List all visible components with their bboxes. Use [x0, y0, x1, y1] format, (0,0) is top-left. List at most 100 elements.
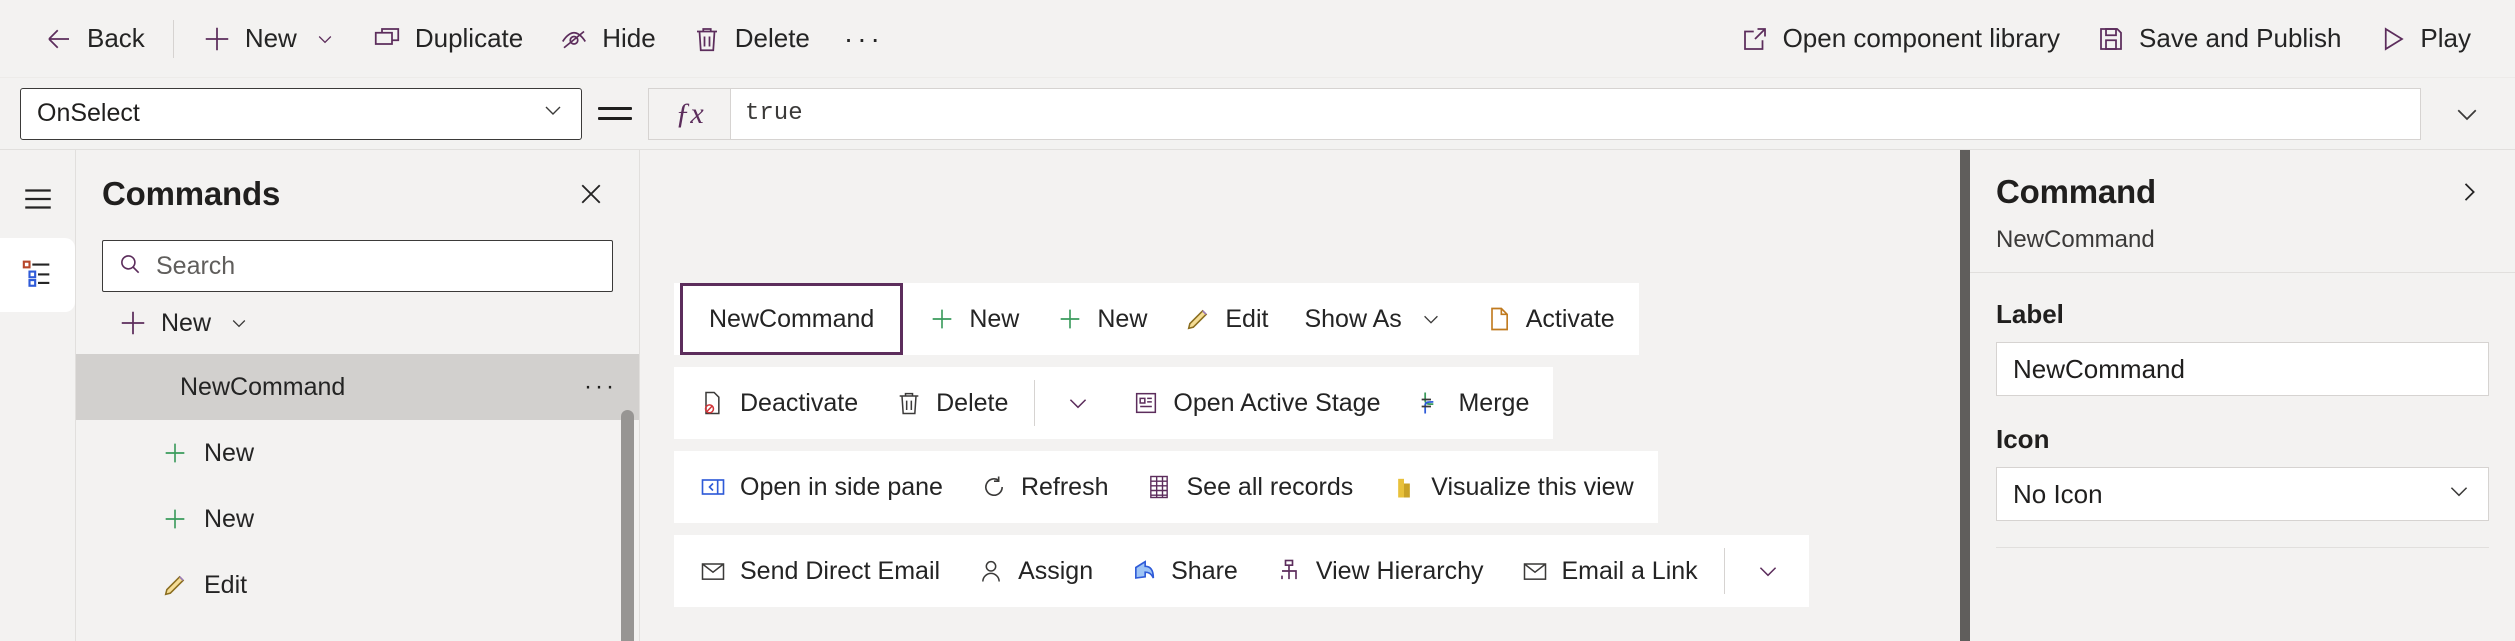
- formula-input-wrapper: ƒx true: [648, 87, 2421, 140]
- open-component-library-label: Open component library: [1782, 23, 2061, 53]
- back-button[interactable]: Back: [26, 12, 163, 66]
- search-icon: [117, 251, 143, 282]
- canvas-item-newcommand[interactable]: NewCommand: [680, 283, 904, 355]
- new-button[interactable]: New: [184, 12, 354, 66]
- deactivate-icon: [698, 388, 728, 418]
- commands-panel-header: Commands: [76, 150, 639, 220]
- command-bar-row-3: Open in side pane Refresh See all record…: [674, 451, 1658, 523]
- save-icon: [2096, 24, 2126, 54]
- toolbar-divider: [172, 19, 174, 58]
- chevron-down-icon[interactable]: [1061, 390, 1095, 416]
- commands-search-box[interactable]: [102, 240, 613, 292]
- commands-new-button[interactable]: New: [76, 292, 639, 354]
- icon-field-select[interactable]: No Icon: [1996, 467, 2489, 521]
- canvas-item-label: NewCommand: [709, 304, 875, 333]
- play-button[interactable]: Play: [2359, 12, 2489, 66]
- properties-panel-title: Command: [1996, 173, 2156, 210]
- tree-item-edit[interactable]: Edit: [76, 552, 639, 618]
- delete-button[interactable]: Delete: [674, 12, 828, 66]
- tree-item-new-1[interactable]: New: [76, 420, 639, 486]
- tree-view-icon: [21, 256, 55, 295]
- canvas-item-label: Visualize this view: [1431, 472, 1634, 501]
- equals-toggle-button[interactable]: [582, 88, 648, 140]
- chart-icon: [1389, 472, 1419, 502]
- commands-panel: Commands New: [76, 150, 640, 641]
- plus-icon: [1055, 304, 1085, 334]
- properties-title-row: Command: [1996, 172, 2489, 212]
- stage-icon: [1131, 388, 1161, 418]
- canvas-item-show-as[interactable]: Show As: [1286, 288, 1465, 350]
- formula-input[interactable]: true: [731, 89, 2420, 139]
- canvas-item-label: Refresh: [1020, 472, 1109, 501]
- properties-panel-resize-handle[interactable]: [1960, 150, 1970, 641]
- search-input[interactable]: [156, 251, 598, 281]
- canvas-item-merge[interactable]: Merge: [1398, 372, 1547, 434]
- command-tree: NewCommand ··· New New Edit: [76, 354, 639, 641]
- tree-item-new-2[interactable]: New: [76, 486, 639, 552]
- plus-icon: [160, 504, 190, 534]
- canvas-item-new-1[interactable]: New: [909, 288, 1037, 350]
- canvas-item-assign[interactable]: Assign: [958, 540, 1111, 602]
- canvas-item-edit[interactable]: Edit: [1165, 288, 1286, 350]
- canvas-item-label: Show As: [1304, 304, 1402, 333]
- scrollbar-thumb[interactable]: [621, 410, 634, 641]
- plus-icon: [118, 308, 148, 338]
- canvas-item-share[interactable]: Share: [1111, 540, 1256, 602]
- canvas-item-label: Deactivate: [740, 388, 859, 417]
- canvas-item-open-in-side-pane[interactable]: Open in side pane: [680, 456, 961, 518]
- canvas-row-divider: [1723, 548, 1725, 594]
- command-bar-row-1: NewCommand New New Edit Show As Activate: [674, 283, 1639, 355]
- canvas-item-delete[interactable]: Delete: [876, 372, 1026, 434]
- properties-panel-body: Command NewCommand Label NewCommand Icon…: [1970, 150, 2515, 641]
- canvas-item-activate[interactable]: Activate: [1466, 288, 1633, 350]
- formula-expand-button[interactable]: [2439, 99, 2495, 129]
- canvas-item-email-a-link[interactable]: Email a Link: [1502, 540, 1716, 602]
- canvas-item-overflow-caret[interactable]: [1043, 372, 1113, 434]
- save-and-publish-button[interactable]: Save and Publish: [2078, 12, 2359, 66]
- canvas-item-view-hierarchy[interactable]: View Hierarchy: [1256, 540, 1502, 602]
- commands-panel-scrollbar[interactable]: [621, 354, 634, 641]
- canvas-item-visualize-this-view[interactable]: Visualize this view: [1371, 456, 1651, 518]
- canvas-item-deactivate[interactable]: Deactivate: [680, 372, 876, 434]
- commands-panel-title: Commands: [102, 175, 281, 212]
- canvas-item-see-all-records[interactable]: See all records: [1126, 456, 1371, 518]
- hierarchy-icon: [1274, 556, 1304, 586]
- new-label: New: [244, 23, 297, 53]
- commands-new-label: New: [161, 308, 212, 337]
- fx-button[interactable]: ƒx: [649, 88, 731, 139]
- equals-icon: [598, 100, 632, 127]
- tree-item-more-button[interactable]: ···: [584, 375, 617, 399]
- property-dropdown-value: OnSelect: [37, 99, 140, 127]
- document-icon: [1484, 304, 1514, 334]
- chevron-down-icon[interactable]: [314, 28, 336, 50]
- chevron-down-icon[interactable]: [1414, 308, 1448, 330]
- canvas-preview: NewCommand New New Edit Show As Activate…: [640, 150, 1960, 641]
- duplicate-button[interactable]: Duplicate: [354, 12, 541, 66]
- duplicate-icon: [372, 24, 402, 54]
- toolbar-overflow-button[interactable]: ···: [828, 24, 900, 53]
- play-label: Play: [2420, 23, 2471, 53]
- canvas-item-new-2[interactable]: New: [1037, 288, 1165, 350]
- chevron-down-icon[interactable]: [228, 312, 250, 334]
- label-field-input[interactable]: NewCommand: [1996, 342, 2489, 396]
- chevron-down-icon[interactable]: [1751, 558, 1785, 584]
- property-dropdown[interactable]: OnSelect: [20, 87, 582, 140]
- tree-item-newcommand[interactable]: NewCommand ···: [76, 354, 639, 420]
- rail-menu-button[interactable]: [0, 164, 75, 238]
- open-component-library-button[interactable]: Open component library: [1722, 12, 2078, 66]
- canvas-item-open-active-stage[interactable]: Open Active Stage: [1113, 372, 1398, 434]
- canvas-item-overflow-caret-2[interactable]: [1733, 540, 1803, 602]
- plus-icon: [202, 24, 232, 54]
- power-apps-command-designer: Back New Duplicate Hide Delete ··· Open …: [0, 0, 2515, 641]
- canvas-item-refresh[interactable]: Refresh: [961, 456, 1127, 518]
- chevron-right-icon[interactable]: [2449, 172, 2489, 212]
- person-icon: [976, 556, 1006, 586]
- rail-tree-view-button[interactable]: [0, 238, 75, 312]
- formula-bar-row: OnSelect ƒx true: [0, 78, 2515, 150]
- close-icon[interactable]: [569, 172, 613, 216]
- canvas-item-send-direct-email[interactable]: Send Direct Email: [680, 540, 958, 602]
- arrow-left-icon: [44, 24, 74, 54]
- hide-button[interactable]: Hide: [541, 12, 673, 66]
- icon-field-value: No Icon: [2013, 478, 2103, 509]
- main-body: Commands New: [0, 150, 2515, 641]
